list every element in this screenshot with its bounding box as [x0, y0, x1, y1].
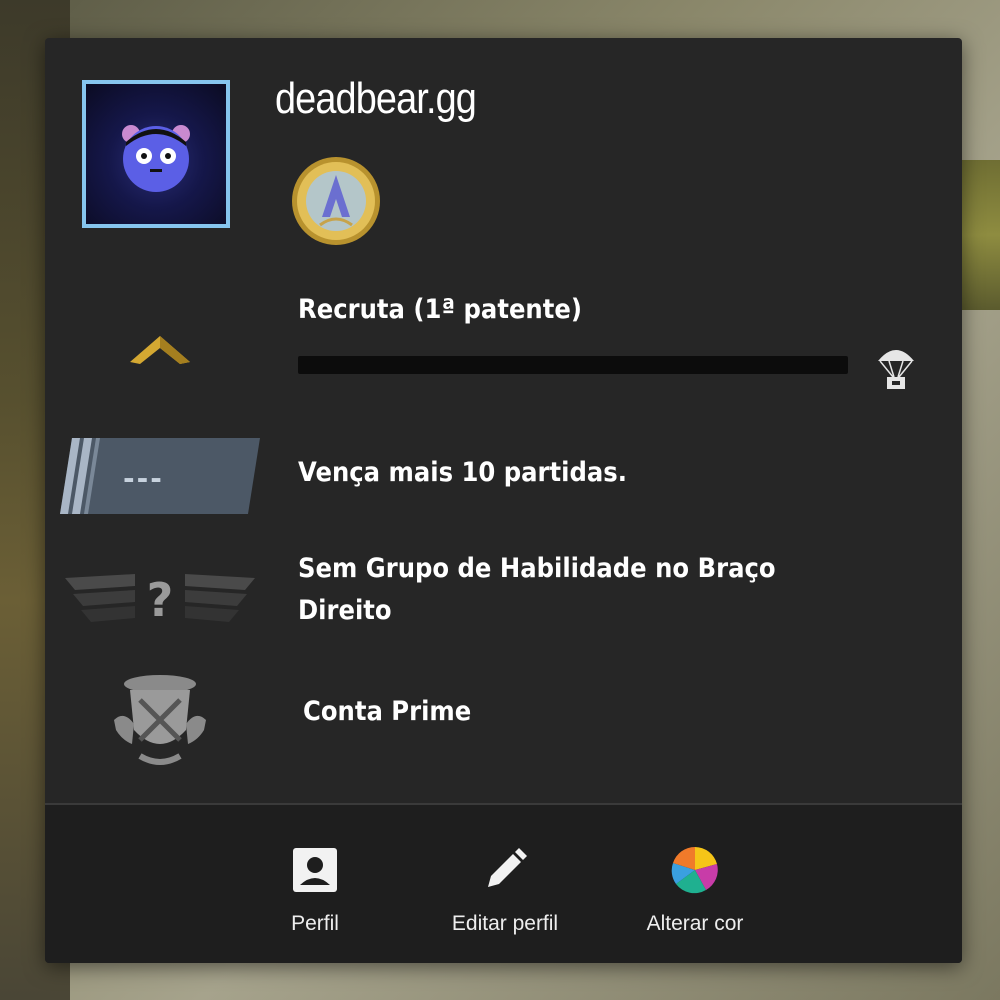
svg-text:?: ? [147, 573, 174, 627]
service-medal-icon[interactable] [290, 155, 382, 247]
change-color-button[interactable]: Alterar cor [625, 805, 765, 963]
color-wheel-icon [671, 846, 718, 894]
avatar[interactable] [82, 80, 230, 228]
rank-title: Recruta (1ª patente) [298, 294, 582, 325]
change-color-button-label: Alterar cor [646, 912, 744, 935]
profile-card: deadbear.gg Recruta (1ª patente) --- Ven… [45, 38, 962, 963]
skill-group-icon: ? [65, 573, 255, 627]
skill-group-text: Sem Grupo de Habilidade no Braço Direito [298, 553, 776, 626]
profile-icon [293, 848, 337, 892]
username[interactable]: deadbear.gg [275, 74, 477, 124]
profile-button-label: Perfil [291, 912, 339, 935]
edit-profile-button-label: Editar perfil [451, 912, 559, 935]
rank-progress-bar [298, 356, 848, 374]
rank-chevron-icon [130, 336, 190, 364]
prime-badge-icon [114, 675, 206, 765]
action-bar: Perfil Editar perfil Alterar cor [45, 805, 962, 963]
care-package-icon[interactable] [873, 343, 919, 391]
rating-message: Vença mais 10 partidas. [298, 457, 627, 488]
profile-button[interactable]: Perfil [255, 805, 375, 963]
bear-avatar-icon [122, 125, 190, 192]
pencil-icon [488, 848, 527, 887]
prime-status-text: Conta Prime [303, 696, 472, 727]
rating-placeholder: --- [123, 462, 164, 495]
edit-profile-button[interactable]: Editar perfil [425, 805, 585, 963]
